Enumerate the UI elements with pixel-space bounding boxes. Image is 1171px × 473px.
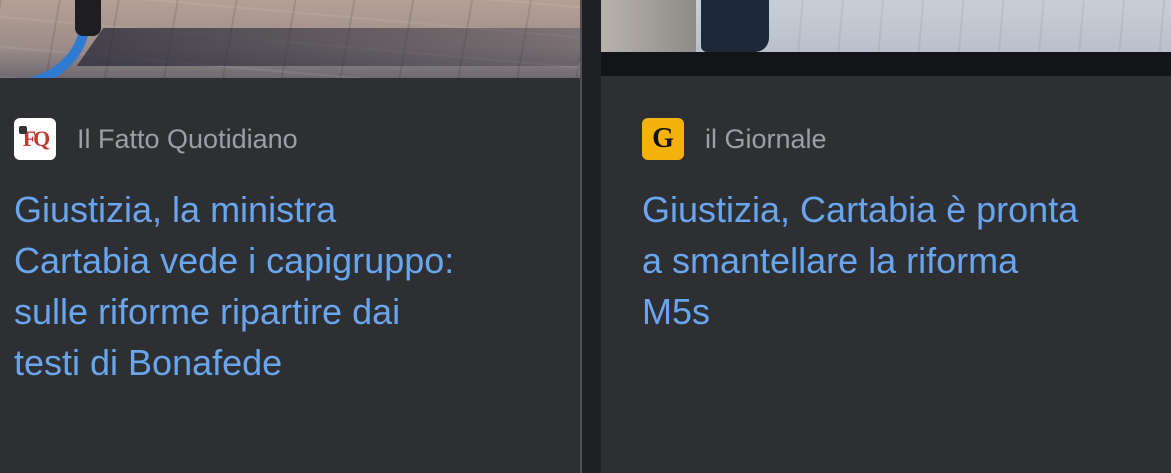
logo-mark xyxy=(19,126,27,134)
source-row[interactable]: G il Giornale xyxy=(642,118,827,160)
source-row[interactable]: FQ Il Fatto Quotidiano xyxy=(14,118,298,160)
source-name[interactable]: il Giornale xyxy=(705,118,827,160)
article-thumbnail[interactable] xyxy=(0,0,580,78)
thumbnail-shadow xyxy=(76,28,580,66)
logo-text: G xyxy=(652,123,674,154)
article-headline[interactable]: Giustizia, la ministra Cartabia vede i c… xyxy=(14,184,454,388)
thumbnail-bottom-bar xyxy=(601,52,1171,76)
news-card-il-giornale[interactable]: G il Giornale Giustizia, Cartabia è pron… xyxy=(601,0,1171,473)
divider-line xyxy=(580,0,582,473)
thumbnail-wall xyxy=(601,0,696,52)
card-divider xyxy=(580,0,601,473)
thumbnail-figure xyxy=(701,0,769,52)
article-headline[interactable]: Giustizia, Cartabia è pronta a smantella… xyxy=(642,184,1078,337)
thumbnail-figure xyxy=(75,0,101,36)
il-giornale-logo-icon: G xyxy=(642,118,684,160)
fatto-quotidiano-logo-icon: FQ xyxy=(14,118,56,160)
source-name[interactable]: Il Fatto Quotidiano xyxy=(77,118,298,160)
news-card-fatto-quotidiano[interactable]: FQ Il Fatto Quotidiano Giustizia, la min… xyxy=(0,0,580,473)
article-thumbnail[interactable] xyxy=(601,0,1171,52)
